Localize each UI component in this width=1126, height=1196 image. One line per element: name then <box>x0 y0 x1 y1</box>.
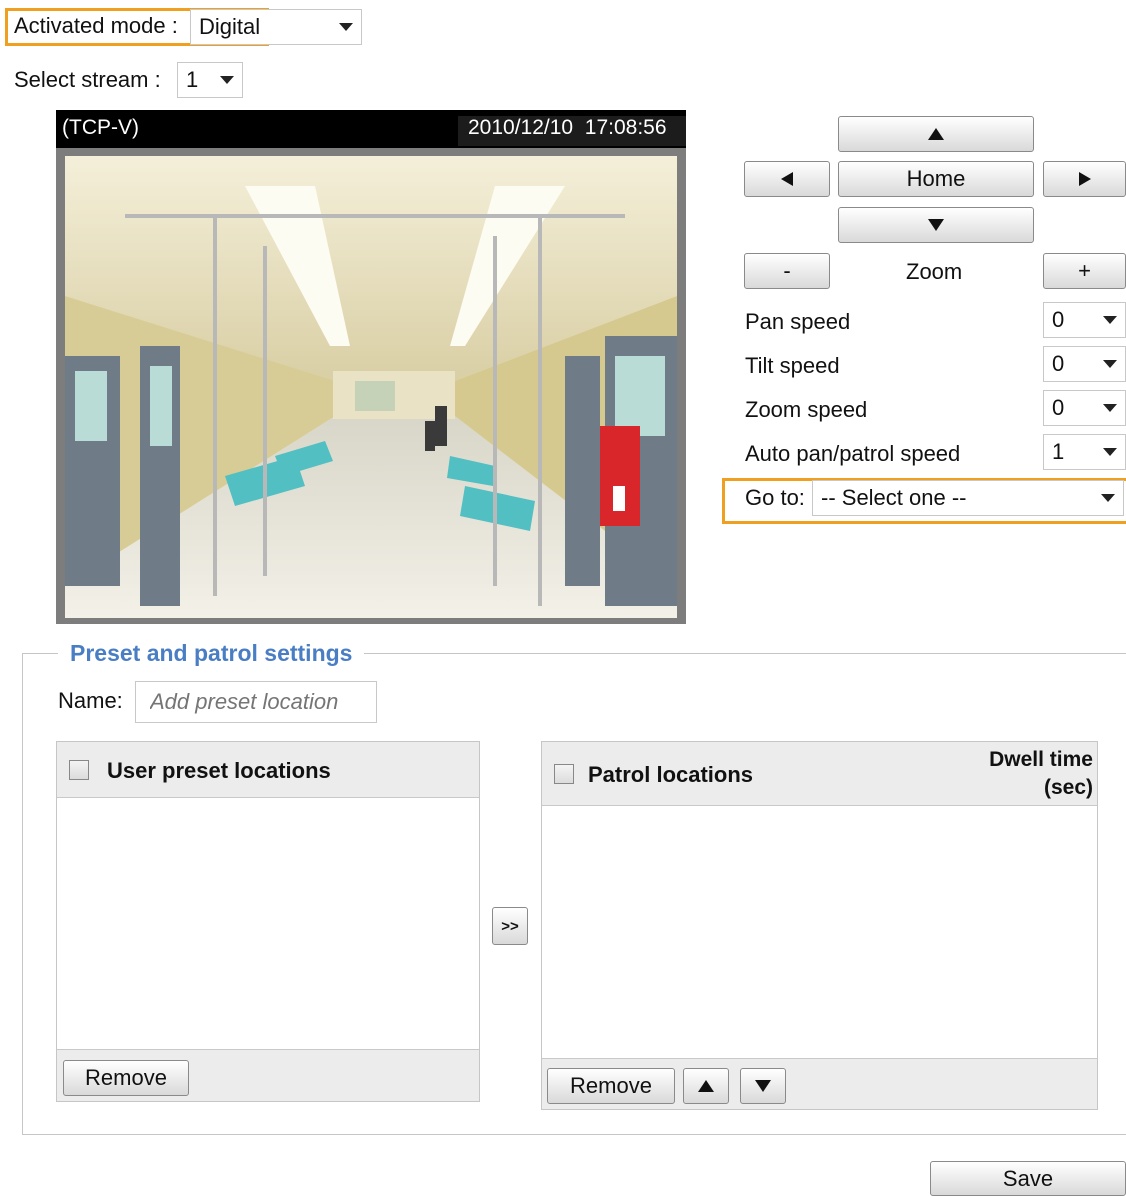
auto-pan-speed-value: 1 <box>1052 439 1065 464</box>
patrol-move-down-button[interactable] <box>740 1068 786 1104</box>
home-button[interactable]: Home <box>838 161 1034 197</box>
activated-mode-select[interactable]: Digital <box>190 9 362 45</box>
zoom-speed-label: Zoom speed <box>745 397 868 422</box>
pan-speed-value: 0 <box>1052 307 1065 332</box>
tilt-speed-label: Tilt speed <box>745 353 840 378</box>
goto-label: Go to: <box>745 485 805 510</box>
zoom-out-button[interactable]: - <box>744 253 830 289</box>
chevron-down-icon <box>1103 360 1117 368</box>
chevron-down-icon <box>1101 494 1115 502</box>
arrow-up-icon <box>928 128 944 140</box>
activated-mode-label: Activated mode : <box>14 13 178 38</box>
select-stream-value: 1 <box>186 67 199 92</box>
user-preset-select-all-checkbox[interactable] <box>69 760 89 780</box>
zoom-speed-value: 0 <box>1052 395 1065 420</box>
user-preset-title: User preset locations <box>107 758 331 783</box>
video-timestamp: 2010/12/10 17:08:56 <box>458 116 686 146</box>
add-to-patrol-label: >> <box>501 917 519 935</box>
video-frame[interactable] <box>56 148 686 624</box>
name-label: Name: <box>58 688 123 713</box>
video-image <box>65 156 677 618</box>
save-button[interactable]: Save <box>930 1161 1126 1196</box>
chevron-down-icon <box>339 23 353 31</box>
patrol-remove-label: Remove <box>570 1073 652 1098</box>
patrol-list[interactable] <box>542 806 1097 1058</box>
patrol-title: Patrol locations <box>588 762 754 787</box>
dwell-time-line1: Dwell time <box>989 748 1093 771</box>
remove-button-label: Remove <box>85 1065 167 1090</box>
auto-pan-speed-select[interactable]: 1 <box>1043 434 1126 470</box>
auto-pan-speed-label: Auto pan/patrol speed <box>745 441 961 466</box>
arrow-down-icon <box>928 219 944 231</box>
add-to-patrol-button[interactable]: >> <box>492 907 528 945</box>
patrol-header: Patrol locations Dwell time (sec) <box>542 742 1097 806</box>
patrol-panel: Patrol locations Dwell time (sec) Remove <box>541 741 1098 1110</box>
dwell-time-header: Dwell time (sec) <box>989 746 1093 802</box>
preset-name-input[interactable] <box>135 681 377 723</box>
patrol-remove-button[interactable]: Remove <box>547 1068 675 1104</box>
user-preset-header: User preset locations <box>57 742 479 798</box>
activated-mode-value: Digital <box>199 14 261 39</box>
goto-value: -- Select one -- <box>821 485 967 510</box>
arrow-left-icon <box>781 172 793 186</box>
pan-left-button[interactable] <box>744 161 830 197</box>
user-preset-remove-button[interactable]: Remove <box>63 1060 189 1096</box>
tilt-down-button[interactable] <box>838 207 1034 243</box>
chevron-down-icon <box>220 76 234 84</box>
zoom-in-button[interactable]: + <box>1043 253 1126 289</box>
patrol-footer: Remove <box>542 1058 1097 1109</box>
user-preset-footer: Remove <box>57 1049 479 1101</box>
arrow-up-icon <box>698 1080 714 1092</box>
select-stream-label: Select stream : <box>14 67 161 92</box>
patrol-move-up-button[interactable] <box>683 1068 729 1104</box>
video-header-bar: (TCP-V) 2010/12/10 17:08:56 <box>56 110 686 148</box>
zoom-out-label: - <box>783 258 791 283</box>
user-preset-panel: User preset locations Remove <box>56 741 480 1102</box>
chevron-down-icon <box>1103 448 1117 456</box>
patrol-select-all-checkbox[interactable] <box>554 764 574 784</box>
select-stream-select[interactable]: 1 <box>177 62 243 98</box>
video-protocol: (TCP-V) <box>62 116 139 139</box>
tilt-speed-value: 0 <box>1052 351 1065 376</box>
chevron-down-icon <box>1103 404 1117 412</box>
save-button-label: Save <box>1002 1165 1054 1191</box>
pan-right-button[interactable] <box>1043 161 1126 197</box>
zoom-speed-select[interactable]: 0 <box>1043 390 1126 426</box>
goto-select[interactable]: -- Select one -- <box>812 480 1124 516</box>
home-button-label: Home <box>906 166 966 191</box>
preset-legend: Preset and patrol settings <box>58 640 365 667</box>
arrow-right-icon <box>1078 172 1091 186</box>
user-preset-list[interactable] <box>57 798 479 1050</box>
zoom-label: Zoom <box>906 259 963 284</box>
pan-speed-select[interactable]: 0 <box>1043 302 1126 338</box>
tilt-speed-select[interactable]: 0 <box>1043 346 1126 382</box>
zoom-in-label: + <box>1078 258 1091 283</box>
dwell-time-line2: (sec) <box>1043 776 1093 799</box>
chevron-down-icon <box>1103 316 1117 324</box>
pan-speed-label: Pan speed <box>745 309 851 334</box>
arrow-down-icon <box>755 1080 771 1092</box>
tilt-up-button[interactable] <box>838 116 1034 152</box>
